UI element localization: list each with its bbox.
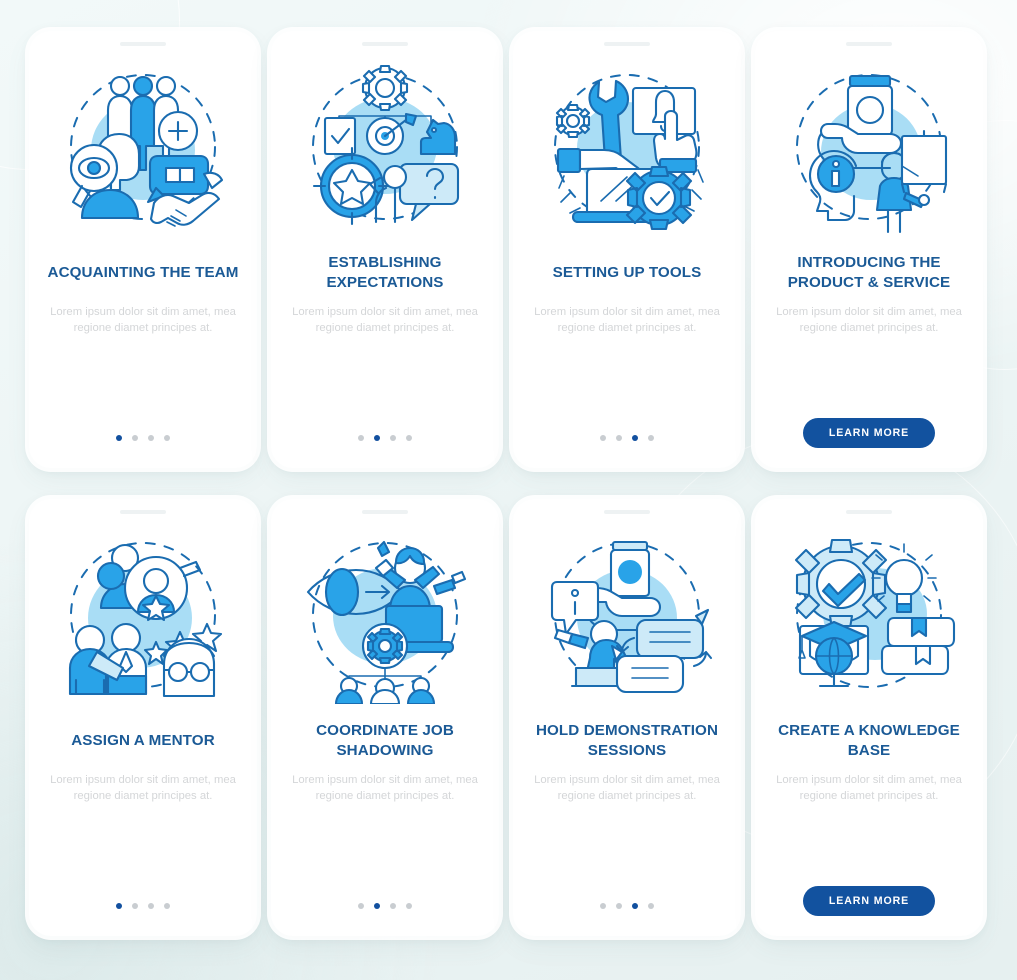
pagination-dots[interactable] — [599, 434, 655, 441]
pagination-dot[interactable] — [164, 434, 171, 441]
card-title: HOLD DEMONSTRATION SESSIONS — [535, 721, 719, 759]
onboarding-card-introducing-the-product-and-service[interactable]: INTRODUCING THE PRODUCT & SERVICE Lorem … — [755, 31, 983, 468]
card-body-text: Lorem ipsum dolor sit dim amet, mea regi… — [534, 306, 720, 335]
onboarding-card-grid: ACQUAINTING THE TEAM Lorem ipsum dolor s… — [0, 0, 1017, 980]
card-body-text: Lorem ipsum dolor sit dim amet, mea regi… — [292, 306, 478, 335]
pagination-dot[interactable] — [115, 902, 123, 909]
illustration-target-gear-checklist-question-icon — [294, 58, 476, 236]
pagination-dot[interactable] — [115, 434, 123, 441]
illustration-gear-check-bulb-books-monitor-icon — [778, 526, 960, 704]
pagination-dots[interactable] — [599, 902, 655, 909]
pagination-dot[interactable] — [148, 902, 155, 909]
pagination-dot[interactable] — [132, 434, 139, 441]
illustration-product-hand-info-head-presenter-icon — [778, 58, 960, 236]
pagination-dots[interactable] — [115, 434, 171, 441]
title-wrap: SETTING UP TOOLS — [513, 242, 741, 304]
pagination-dot[interactable] — [406, 434, 413, 441]
card-title: COORDINATE JOB SHADOWING — [316, 721, 454, 759]
phone-speaker-bar — [604, 42, 650, 46]
illustration-eye-arrow-multitask-org-chart-icon — [294, 526, 476, 704]
pagination-dot[interactable] — [357, 902, 364, 909]
pagination-dot[interactable] — [357, 434, 364, 441]
card-body-text: Lorem ipsum dolor sit dim amet, mea regi… — [534, 774, 720, 803]
card-title: CREATE A KNOWLEDGE BASE — [778, 721, 960, 759]
pagination-dot[interactable] — [373, 902, 381, 909]
phone-speaker-bar — [846, 510, 892, 514]
phone-speaker-bar — [362, 42, 408, 46]
pagination-dot[interactable] — [390, 434, 397, 441]
phone-speaker-bar — [120, 510, 166, 514]
pagination-dots[interactable] — [357, 434, 413, 441]
card-title: ACQUAINTING THE TEAM — [47, 263, 239, 281]
card-title: SETTING UP TOOLS — [552, 263, 702, 281]
learn-more-button[interactable]: LEARN MORE — [802, 886, 936, 916]
title-wrap: COORDINATE JOB SHADOWING — [271, 710, 499, 772]
title-wrap: HOLD DEMONSTRATION SESSIONS — [513, 710, 741, 772]
card-body-text: Lorem ipsum dolor sit dim amet, mea regi… — [776, 774, 962, 803]
onboarding-card-establishing-expectations[interactable]: ESTABLISHING EXPECTATIONS Lorem ipsum do… — [271, 31, 499, 468]
title-wrap: ESTABLISHING EXPECTATIONS — [271, 242, 499, 304]
pagination-dot[interactable] — [599, 902, 606, 909]
onboarding-card-assign-a-mentor[interactable]: ASSIGN A MENTOR Lorem ipsum dolor sit di… — [29, 499, 257, 936]
pagination-dot[interactable] — [132, 902, 139, 909]
illustration-team-people-handshake-eye-icon — [52, 58, 234, 236]
illustration-wrench-gear-laptop-notification-icon — [536, 58, 718, 236]
pagination-dot[interactable] — [148, 434, 155, 441]
title-wrap: ASSIGN A MENTOR — [29, 710, 257, 772]
pagination-dot[interactable] — [631, 902, 639, 909]
pagination-dot[interactable] — [615, 902, 622, 909]
illustration-people-magnifier-stars-mentor-icon — [52, 526, 234, 704]
card-title: ASSIGN A MENTOR — [71, 731, 215, 749]
onboarding-card-acquainting-the-team[interactable]: ACQUAINTING THE TEAM Lorem ipsum dolor s… — [29, 31, 257, 468]
pagination-dot[interactable] — [648, 434, 655, 441]
learn-more-button[interactable]: LEARN MORE — [802, 418, 936, 448]
illustration-presenter-product-speech-bubbles-icon — [536, 526, 718, 704]
onboarding-card-setting-up-tools[interactable]: SETTING UP TOOLS Lorem ipsum dolor sit d… — [513, 31, 741, 468]
onboarding-card-create-a-knowledge-base[interactable]: CREATE A KNOWLEDGE BASE Lorem ipsum dolo… — [755, 499, 983, 936]
title-wrap: INTRODUCING THE PRODUCT & SERVICE — [755, 242, 983, 304]
pagination-dots[interactable] — [115, 902, 171, 909]
phone-speaker-bar — [120, 42, 166, 46]
pagination-dot[interactable] — [390, 902, 397, 909]
card-title: INTRODUCING THE PRODUCT & SERVICE — [787, 253, 951, 291]
onboarding-card-hold-demonstration-sessions[interactable]: HOLD DEMONSTRATION SESSIONS Lorem ipsum … — [513, 499, 741, 936]
phone-speaker-bar — [846, 42, 892, 46]
card-title: ESTABLISHING EXPECTATIONS — [326, 253, 444, 291]
phone-speaker-bar — [362, 510, 408, 514]
pagination-dot[interactable] — [615, 434, 622, 441]
card-body-text: Lorem ipsum dolor sit dim amet, mea regi… — [776, 306, 962, 335]
pagination-dot[interactable] — [648, 902, 655, 909]
pagination-dot[interactable] — [406, 902, 413, 909]
pagination-dot[interactable] — [631, 434, 639, 441]
title-wrap: ACQUAINTING THE TEAM — [29, 242, 257, 304]
title-wrap: CREATE A KNOWLEDGE BASE — [755, 710, 983, 772]
phone-speaker-bar — [604, 510, 650, 514]
card-body-text: Lorem ipsum dolor sit dim amet, mea regi… — [292, 774, 478, 803]
onboarding-card-coordinate-job-shadowing[interactable]: COORDINATE JOB SHADOWING Lorem ipsum dol… — [271, 499, 499, 936]
pagination-dot[interactable] — [599, 434, 606, 441]
pagination-dot[interactable] — [373, 434, 381, 441]
pagination-dot[interactable] — [164, 902, 171, 909]
pagination-dots[interactable] — [357, 902, 413, 909]
card-body-text: Lorem ipsum dolor sit dim amet, mea regi… — [50, 306, 236, 335]
card-body-text: Lorem ipsum dolor sit dim amet, mea regi… — [50, 774, 236, 803]
